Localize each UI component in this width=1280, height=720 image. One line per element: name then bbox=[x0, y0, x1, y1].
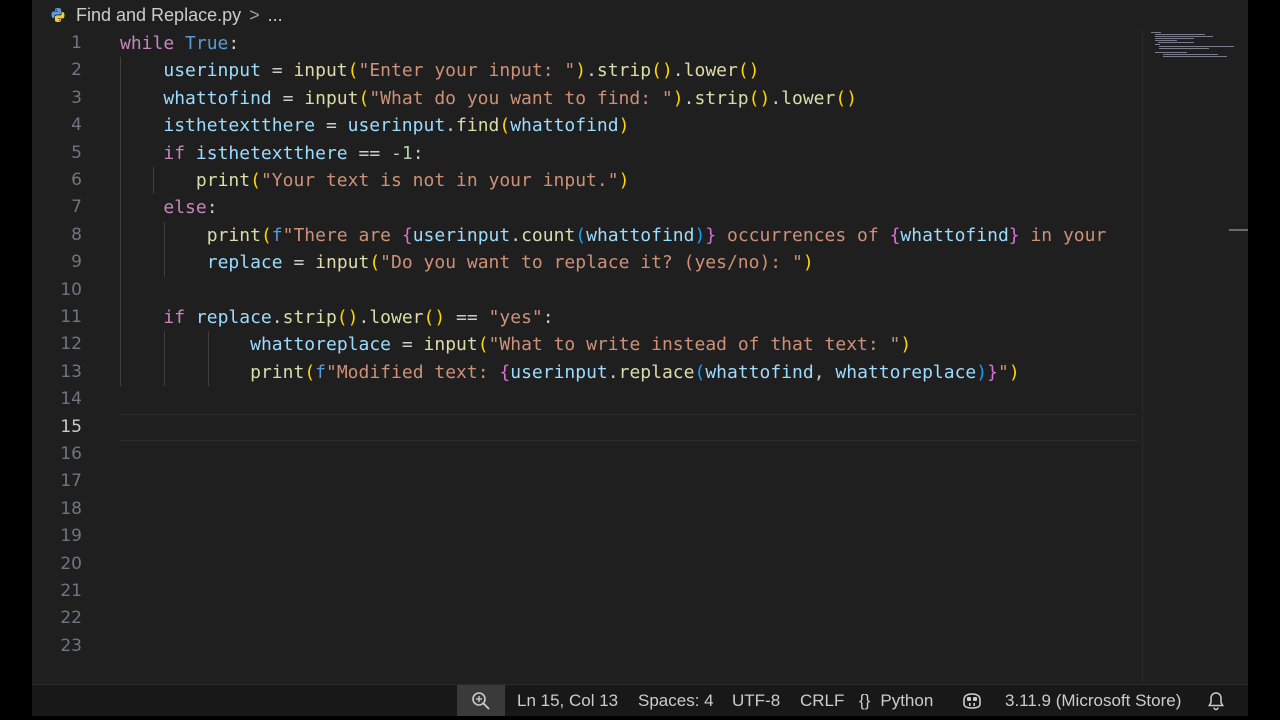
code-line[interactable]: 14 bbox=[32, 386, 1142, 413]
cursor-position[interactable]: Ln 15, Col 13 bbox=[517, 685, 618, 716]
line-number: 14 bbox=[60, 389, 82, 410]
breadcrumb: Find and Replace.py > ... bbox=[50, 2, 283, 28]
breadcrumb-more[interactable]: ... bbox=[268, 5, 283, 26]
line-number: 20 bbox=[60, 553, 82, 574]
code-line[interactable]: 11 if replace.strip().lower() == "yes": bbox=[32, 304, 1142, 332]
language-label: Python bbox=[880, 691, 934, 710]
code-line[interactable]: 20 bbox=[32, 551, 1142, 578]
editor-window: Find and Replace.py > ... 1 while True: 2 … bbox=[32, 0, 1248, 716]
code-line[interactable]: 13 print(f"Modified text: {userinput.rep… bbox=[32, 358, 1142, 387]
line-number: 8 bbox=[71, 224, 82, 245]
line-number: 1 bbox=[71, 33, 82, 53]
code-text: isthetextthere = userinput.find(whattofi… bbox=[163, 115, 630, 137]
code-line[interactable]: 5 if isthetextthere == -1: bbox=[32, 139, 1142, 167]
code-text: replace = input("Do you want to replace … bbox=[206, 252, 814, 274]
code-line[interactable]: 9 replace = input("Do you want to replac… bbox=[32, 249, 1142, 277]
indent-guide bbox=[120, 276, 121, 304]
minimap-line bbox=[1155, 36, 1213, 37]
code-line[interactable]: 8 print(f"There are {userinput.count(wha… bbox=[32, 221, 1142, 250]
line-number: 2 bbox=[71, 60, 82, 81]
code-line[interactable]: 19 bbox=[32, 523, 1142, 550]
line-number: 12 bbox=[60, 334, 82, 355]
copilot-button[interactable] bbox=[961, 685, 983, 716]
minimap-line bbox=[1151, 32, 1161, 33]
line-number: 11 bbox=[60, 307, 82, 327]
line-number: 23 bbox=[60, 635, 82, 656]
code-line[interactable]: 12 whattoreplace = input("What to write … bbox=[32, 331, 1142, 359]
code-text: userinput = input("Enter your input: ").… bbox=[163, 60, 760, 82]
code-line[interactable]: 15 bbox=[32, 413, 1142, 442]
code-line[interactable]: 21 bbox=[32, 578, 1142, 605]
code-text: else: bbox=[163, 197, 218, 219]
line-number: 19 bbox=[60, 526, 82, 547]
code-line[interactable]: 3 whattofind = input("What do you want t… bbox=[32, 84, 1142, 113]
code-line[interactable]: 22 bbox=[32, 605, 1142, 632]
line-number: 7 bbox=[71, 197, 82, 218]
code-line[interactable]: 23 bbox=[32, 633, 1142, 660]
breadcrumb-file[interactable]: Find and Replace.py bbox=[76, 5, 241, 26]
code-line[interactable]: 17 bbox=[32, 468, 1142, 495]
code-text: whattofind = input("What do you want to … bbox=[163, 87, 858, 109]
line-number: 17 bbox=[60, 471, 82, 492]
copilot-icon bbox=[963, 693, 981, 709]
python-interpreter[interactable]: 3.11.9 (Microsoft Store) bbox=[1005, 685, 1181, 716]
minimap-line bbox=[1159, 48, 1210, 49]
code-text: while True: bbox=[120, 33, 240, 54]
code-text: if isthetextthere == -1: bbox=[163, 142, 424, 164]
minimap-line bbox=[1155, 38, 1194, 39]
code-line[interactable]: 7 else: bbox=[32, 194, 1142, 222]
code-line[interactable]: 6 print("Your text is not in your input.… bbox=[32, 167, 1142, 195]
line-number: 22 bbox=[60, 608, 82, 629]
indentation-setting[interactable]: Spaces: 4 bbox=[638, 685, 714, 716]
line-ending-setting[interactable]: CRLF bbox=[800, 685, 844, 716]
line-number: 4 bbox=[71, 115, 82, 136]
line-number: 9 bbox=[71, 252, 82, 273]
code-text: print(f"There are {userinput.count(whatt… bbox=[206, 224, 1107, 246]
code-line[interactable]: 2 userinput = input("Enter your input: "… bbox=[32, 57, 1142, 85]
line-number: 13 bbox=[60, 361, 82, 382]
minimap-line bbox=[1163, 56, 1227, 57]
code-line[interactable]: 4 isthetextthere = userinput.find(whatto… bbox=[32, 112, 1142, 140]
braces-icon: {} bbox=[859, 691, 871, 710]
line-number: 18 bbox=[60, 498, 82, 519]
minimap-line bbox=[1155, 44, 1160, 45]
minimap-line bbox=[1155, 34, 1205, 35]
code-line[interactable]: 16 bbox=[32, 441, 1142, 468]
code-text: whattoreplace = input("What to write ins… bbox=[250, 334, 912, 356]
encoding-setting[interactable]: UTF-8 bbox=[732, 685, 780, 716]
breadcrumb-chevron-icon: > bbox=[249, 4, 260, 25]
line-number: 10 bbox=[60, 279, 82, 300]
notifications-button[interactable] bbox=[1207, 685, 1225, 716]
code-text: print(f"Modified text: {userinput.replac… bbox=[250, 361, 1020, 383]
zoom-button[interactable] bbox=[457, 685, 505, 716]
line-number: 3 bbox=[71, 87, 82, 108]
bell-icon bbox=[1208, 692, 1224, 711]
line-number: 16 bbox=[60, 444, 82, 464]
line-number: 21 bbox=[60, 581, 82, 601]
status-bar: Ln 15, Col 13 Spaces: 4 UTF-8 CRLF {} Py… bbox=[32, 684, 1248, 716]
minimap-line bbox=[1155, 52, 1188, 53]
minimap-line bbox=[1155, 40, 1177, 41]
python-file-icon bbox=[51, 8, 65, 22]
line-number: 5 bbox=[71, 142, 82, 163]
minimap-line bbox=[1158, 42, 1194, 43]
code-line[interactable]: 1 while True: bbox=[32, 30, 1142, 57]
code-text: if replace.strip().lower() == "yes": bbox=[163, 307, 554, 328]
zoom-in-icon bbox=[472, 692, 490, 710]
code-text: print("Your text is not in your input.") bbox=[195, 170, 630, 191]
minimap[interactable] bbox=[1142, 30, 1248, 682]
code-editor[interactable]: 1 while True: 2 userinput = input("Enter y… bbox=[32, 30, 1142, 682]
scrollbar-marker[interactable] bbox=[1229, 229, 1248, 231]
minimap-line bbox=[1159, 46, 1234, 47]
minimap-line bbox=[1163, 54, 1218, 55]
line-number: 15 bbox=[60, 416, 82, 437]
code-line[interactable]: 10 bbox=[32, 276, 1142, 304]
language-mode[interactable]: {} Python bbox=[859, 685, 933, 716]
code-line[interactable]: 18 bbox=[32, 496, 1142, 523]
line-number: 6 bbox=[71, 170, 82, 190]
